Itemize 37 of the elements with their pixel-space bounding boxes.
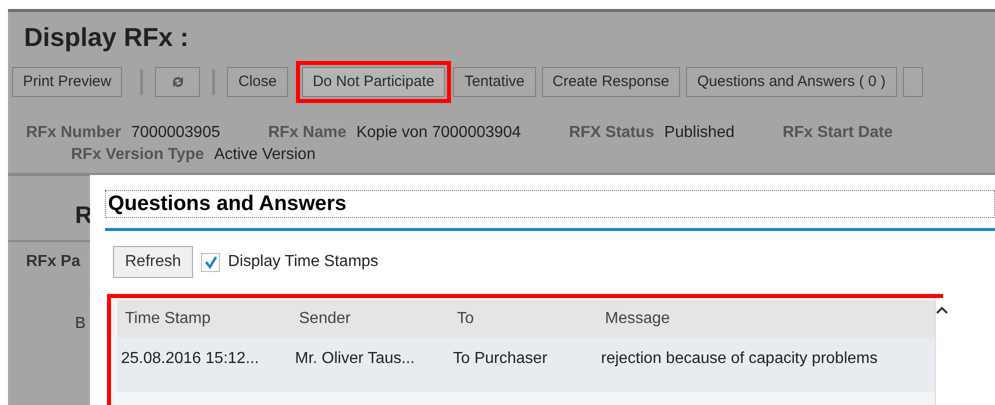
dialog-title: Questions and Answers xyxy=(107,192,346,216)
field-label: RFx Name xyxy=(268,123,346,143)
toolbar-button[interactable] xyxy=(902,67,923,97)
column-header: To xyxy=(457,310,474,326)
toolbar-button[interactable]: Tentative xyxy=(453,67,536,97)
refresh-button[interactable] xyxy=(155,67,200,97)
toolbar-button[interactable]: Print Preview xyxy=(12,67,122,97)
checkbox-label: Display Time Stamps xyxy=(228,252,378,272)
checkmark-icon xyxy=(204,255,218,269)
field-label: RFx Version Type xyxy=(71,145,204,165)
checkbox[interactable] xyxy=(201,252,220,272)
field-label: RFx Start Date xyxy=(782,123,893,143)
table-cell: To Purchaser xyxy=(453,350,548,367)
background-text: RFx Pa xyxy=(26,253,80,270)
refresh-button[interactable]: Refresh xyxy=(113,246,194,278)
field-value: Active Version xyxy=(214,145,316,165)
toolbar-button[interactable]: Questions and Answers ( 0 ) xyxy=(686,67,897,97)
refresh-icon xyxy=(170,74,185,90)
page-title: Display RFx : xyxy=(23,21,190,54)
field-value: Published xyxy=(664,123,735,143)
field-label: RFx Number xyxy=(26,123,122,143)
field-label: RFX Status xyxy=(568,123,654,143)
column-header: Message xyxy=(605,310,670,326)
table-cell: rejection because of capacity problems xyxy=(601,350,878,367)
toolbar-button[interactable]: Create Response xyxy=(542,67,680,97)
column-header: Time Stamp xyxy=(125,310,211,326)
table-cell: Mr. Oliver Taus... xyxy=(295,350,415,367)
field-value: Kopie von 7000003904 xyxy=(356,123,521,143)
toolbar-button[interactable]: Do Not Participate xyxy=(302,67,446,97)
column-header: Sender xyxy=(299,310,351,326)
background-text: B xyxy=(75,315,86,332)
field-value: 7000003905 xyxy=(131,123,220,143)
table-cell: 25.08.2016 15:12... xyxy=(121,350,259,367)
background-text: R xyxy=(75,202,92,229)
toolbar-button[interactable]: Close xyxy=(227,67,288,97)
scrollbar[interactable] xyxy=(935,298,948,405)
caret-up-icon xyxy=(936,306,948,314)
